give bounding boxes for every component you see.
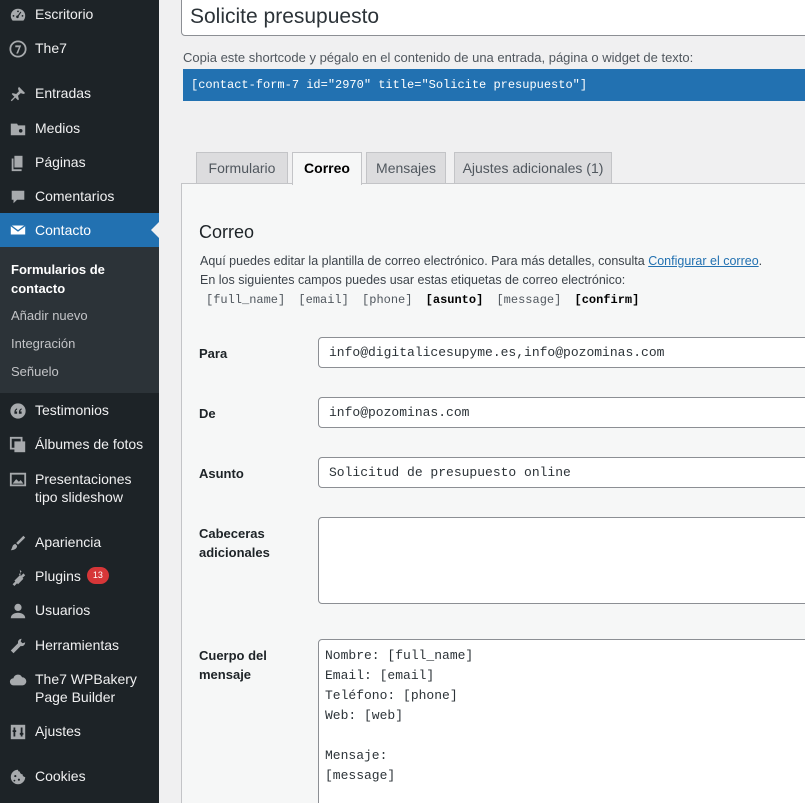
from-field[interactable]: info@pozominas.com bbox=[318, 397, 805, 428]
menu-item-albumes[interactable]: Álbumes de fotos bbox=[0, 435, 159, 455]
submenu-item-senuelo[interactable]: Señuelo bbox=[11, 362, 59, 381]
user-icon bbox=[8, 601, 28, 621]
comments-icon bbox=[8, 187, 28, 207]
menu-item-entradas[interactable]: Entradas bbox=[0, 84, 159, 104]
admin-sidebar: Escritorio The7 Entradas Medios Páginas … bbox=[0, 0, 159, 803]
menu-label: Medios bbox=[35, 120, 81, 136]
headers-label: Cabeceras adicionales bbox=[199, 526, 270, 560]
mail-tag: [full_name] bbox=[206, 293, 286, 307]
mail-tag-used: [confirm] bbox=[574, 293, 640, 307]
menu-label: Plugins bbox=[35, 568, 81, 584]
tab-ajustes-adicionales[interactable]: Ajustes adicionales (1) bbox=[454, 152, 612, 183]
tab-correo[interactable]: Correo bbox=[292, 152, 362, 185]
menu-label: Presentaciones tipo slideshow bbox=[35, 471, 132, 505]
menu-label: Escritorio bbox=[35, 6, 94, 22]
mail-panel: Correo Aquí puedes editar la plantilla d… bbox=[181, 183, 805, 803]
message-body-textarea[interactable]: Nombre: [full_name] Email: [email] Teléf… bbox=[318, 639, 805, 803]
plugins-update-badge: 13 bbox=[86, 567, 109, 584]
dashboard-icon bbox=[8, 5, 28, 25]
gallery-icon bbox=[8, 435, 28, 455]
email-icon bbox=[8, 220, 28, 240]
menu-label: Apariencia bbox=[35, 534, 102, 550]
subject-label: Asunto bbox=[199, 466, 244, 481]
wrench-icon bbox=[8, 636, 28, 656]
submenu-item-integracion[interactable]: Integración bbox=[11, 334, 75, 353]
to-label: Para bbox=[199, 346, 228, 361]
menu-label: Ajustes bbox=[35, 723, 81, 739]
from-label: De bbox=[199, 406, 216, 421]
brush-icon bbox=[8, 533, 28, 553]
mail-tag: [email] bbox=[298, 293, 349, 307]
menu-item-cookies[interactable]: Cookies bbox=[0, 767, 159, 787]
shortcode-field[interactable]: [contact-form-7 id="2970" title="Solicit… bbox=[183, 69, 805, 101]
the7-icon bbox=[8, 39, 28, 59]
subject-field[interactable]: Solicitud de presupuesto online bbox=[318, 457, 805, 488]
menu-item-testimonios[interactable]: Testimonios bbox=[0, 401, 159, 421]
form-title-input[interactable]: Solicite presupuesto bbox=[181, 0, 805, 36]
active-indicator bbox=[151, 222, 159, 238]
media-icon bbox=[8, 119, 28, 139]
menu-item-presentaciones[interactable]: Presentaciones tipo slideshow bbox=[0, 470, 159, 506]
menu-item-herramientas[interactable]: Herramientas bbox=[0, 636, 159, 656]
slideshow-icon bbox=[8, 470, 28, 490]
menu-label: The7 WPBakery Page Builder bbox=[35, 671, 137, 705]
menu-item-medios[interactable]: Medios bbox=[0, 119, 159, 139]
to-field[interactable]: info@digitalicesupyme.es,info@pozominas.… bbox=[318, 337, 805, 368]
quote-icon bbox=[8, 401, 28, 421]
menu-item-wpbakery[interactable]: The7 WPBakery Page Builder bbox=[0, 670, 159, 706]
menu-label: Comentarios bbox=[35, 188, 115, 204]
cloud-icon bbox=[8, 670, 28, 690]
mail-help-text: Aquí puedes editar la plantilla de corre… bbox=[200, 254, 763, 268]
menu-label: Entradas bbox=[35, 85, 92, 101]
menu-label: Usuarios bbox=[35, 602, 91, 618]
submenu-item-anadir-nuevo[interactable]: Añadir nuevo bbox=[11, 306, 88, 325]
body-label: Cuerpo del mensaje bbox=[199, 648, 267, 682]
mail-tag-used: [asunto] bbox=[425, 293, 484, 307]
pin-icon bbox=[8, 84, 28, 104]
submenu-item-formularios[interactable]: Formularios de contacto bbox=[11, 260, 131, 298]
contacto-submenu: Formularios de contacto Añadir nuevo Int… bbox=[0, 247, 159, 393]
additional-headers-textarea[interactable] bbox=[318, 517, 805, 604]
pages-icon bbox=[8, 153, 28, 173]
main-content: Solicite presupuesto Copia este shortcod… bbox=[159, 0, 805, 803]
menu-item-apariencia[interactable]: Apariencia bbox=[0, 533, 159, 553]
menu-item-paginas[interactable]: Páginas bbox=[0, 153, 159, 173]
plugin-icon bbox=[8, 567, 28, 587]
menu-label: Contacto bbox=[35, 222, 92, 238]
mail-tag: [phone] bbox=[362, 293, 413, 307]
menu-item-usuarios[interactable]: Usuarios bbox=[0, 601, 159, 621]
panel-title: Correo bbox=[199, 222, 255, 242]
menu-label: Álbumes de fotos bbox=[35, 436, 144, 452]
menu-label: Páginas bbox=[35, 154, 86, 170]
menu-label: Herramientas bbox=[35, 637, 120, 653]
menu-label: The7 bbox=[35, 40, 67, 56]
mail-tags-intro: En los siguientes campos puedes usar est… bbox=[200, 273, 626, 287]
menu-item-the7[interactable]: The7 bbox=[0, 39, 159, 59]
settings-icon bbox=[8, 722, 28, 742]
cookie-icon bbox=[8, 767, 28, 787]
mail-tags: [full_name] [email] [phone] [asunto] [me… bbox=[206, 293, 645, 307]
menu-label: Cookies bbox=[35, 768, 86, 784]
configure-mail-link[interactable]: Configurar el correo bbox=[648, 254, 758, 268]
menu-item-escritorio[interactable]: Escritorio bbox=[0, 5, 159, 25]
tab-mensajes[interactable]: Mensajes bbox=[366, 152, 446, 183]
menu-item-ajustes[interactable]: Ajustes bbox=[0, 722, 159, 742]
menu-item-plugins[interactable]: Plugins 13 bbox=[0, 567, 159, 587]
menu-item-contacto[interactable]: Contacto bbox=[0, 213, 159, 247]
tab-formulario[interactable]: Formulario bbox=[196, 152, 288, 183]
menu-item-comentarios[interactable]: Comentarios bbox=[0, 187, 159, 207]
menu-label: Testimonios bbox=[35, 402, 109, 418]
shortcode-label: Copia este shortcode y pégalo en el cont… bbox=[183, 50, 694, 65]
mail-tag: [message] bbox=[496, 293, 562, 307]
